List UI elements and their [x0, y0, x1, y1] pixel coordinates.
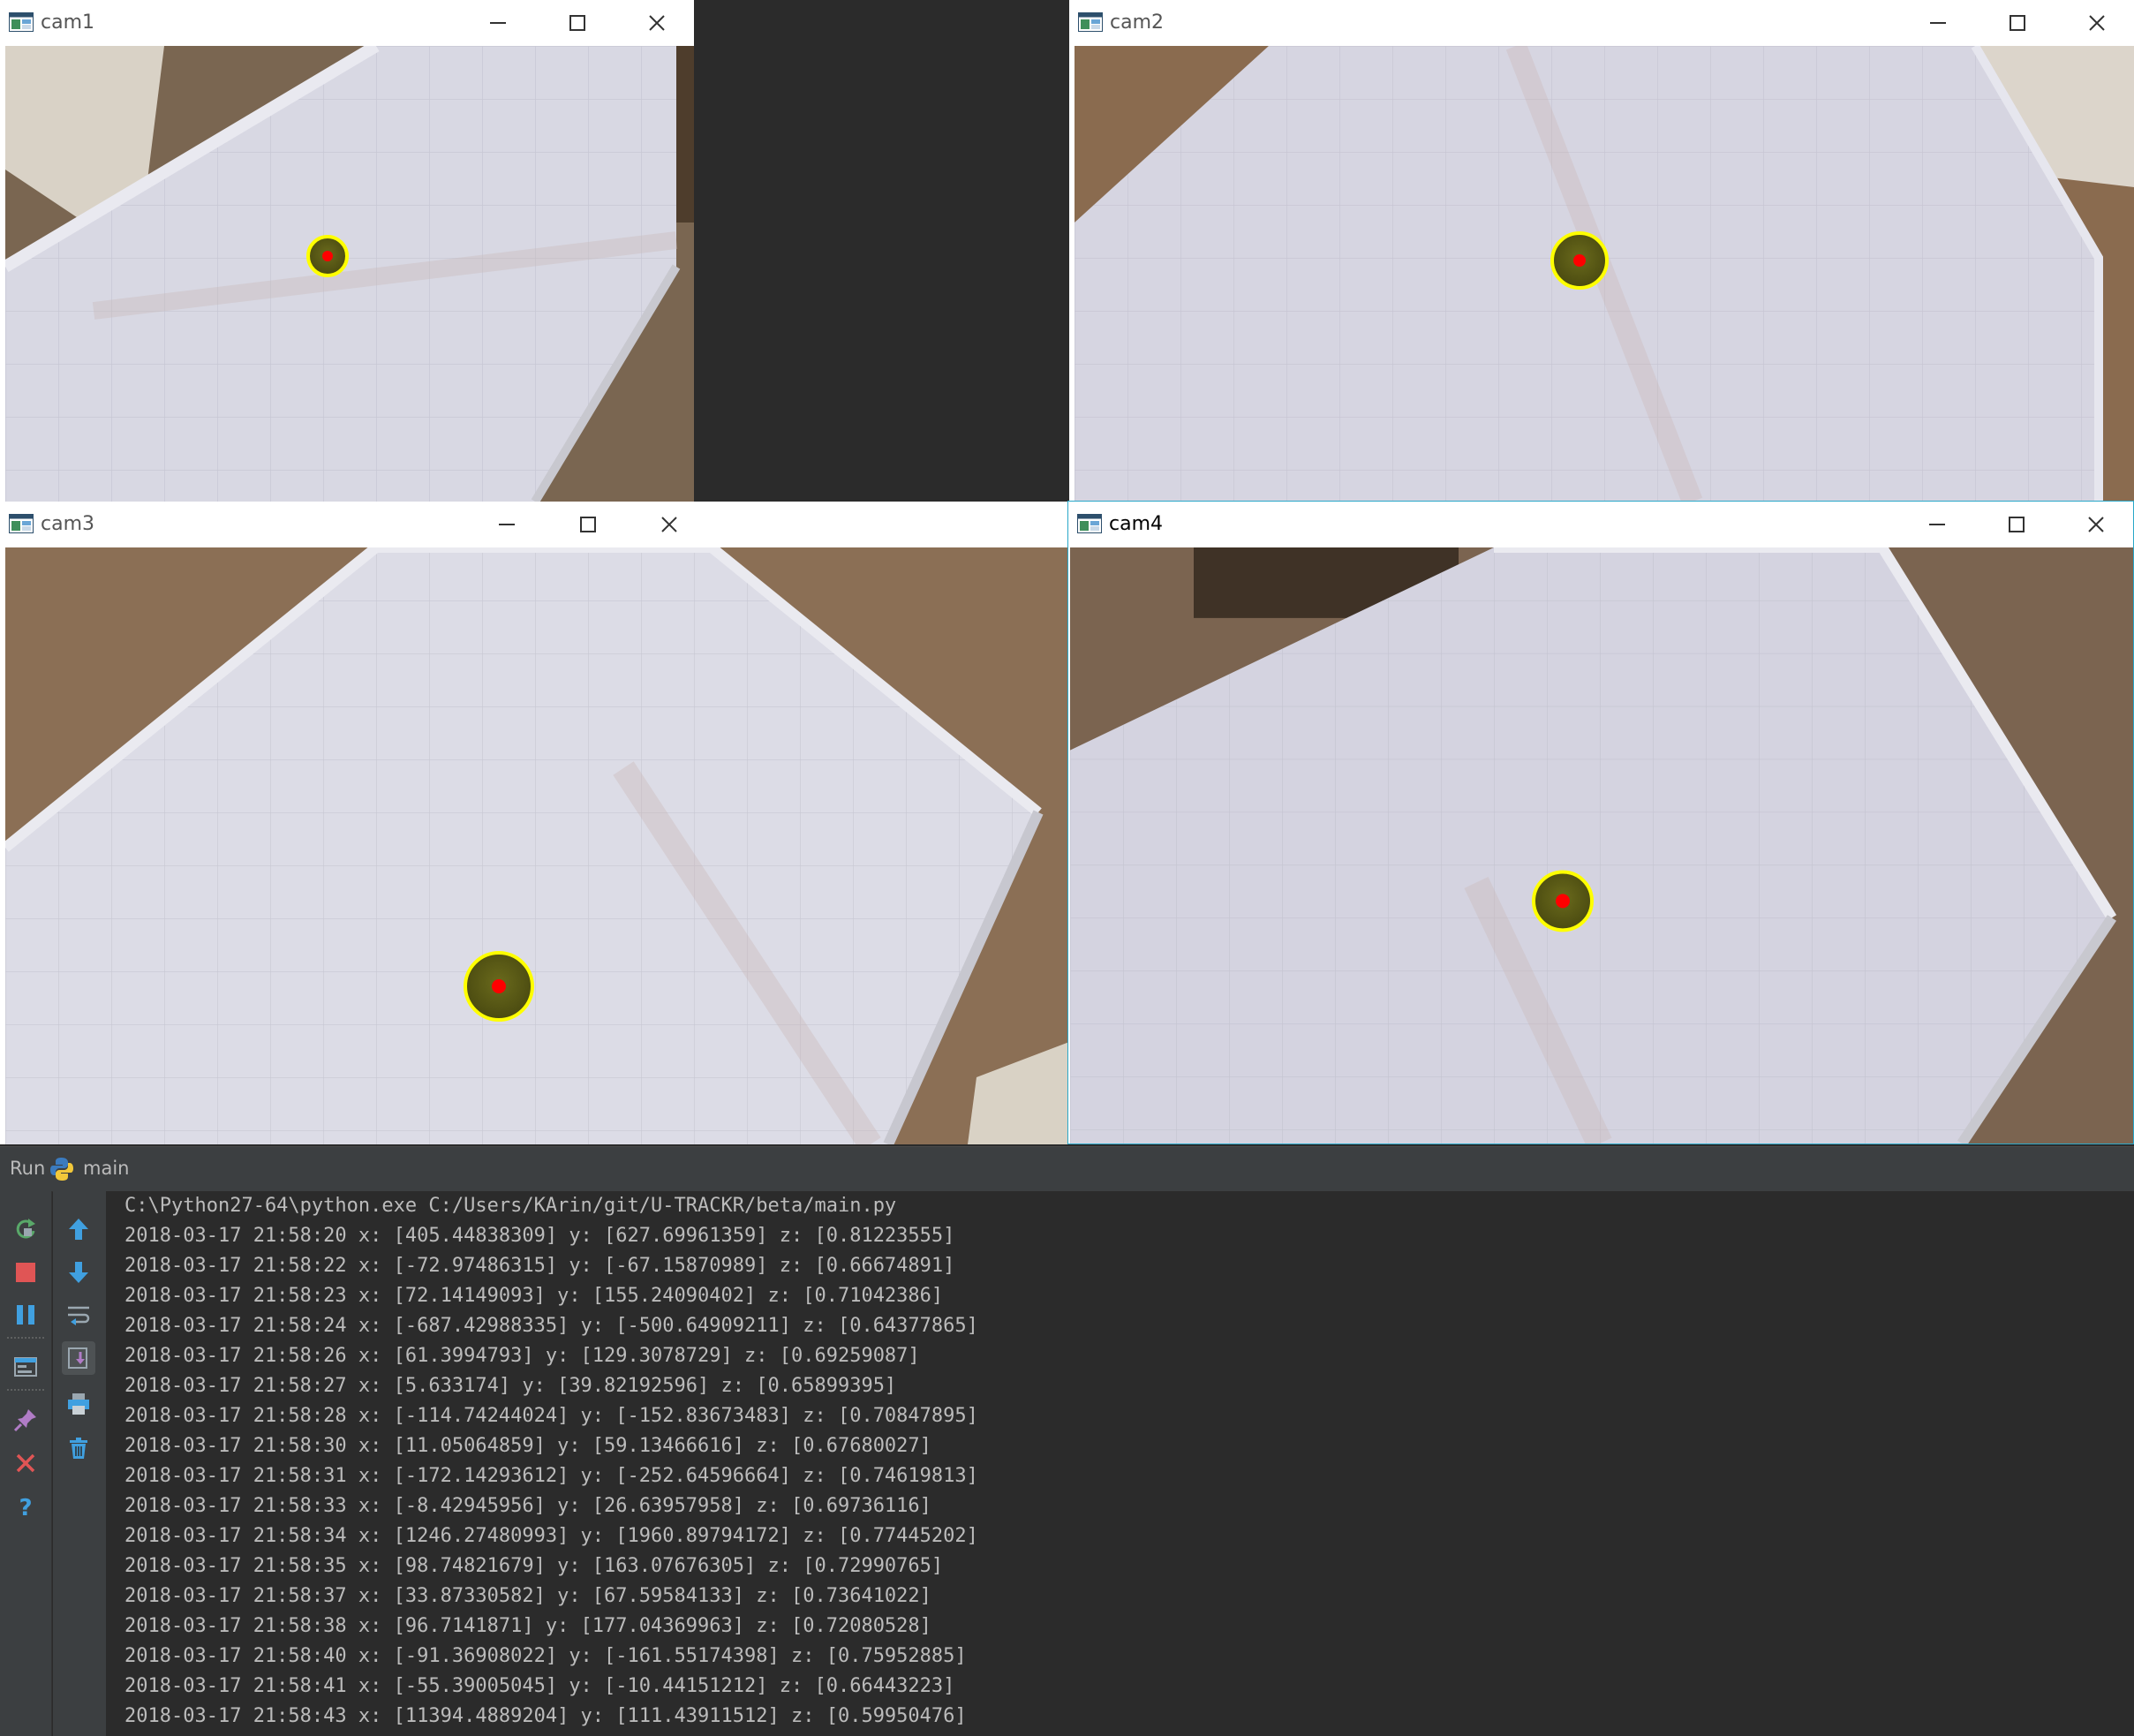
maximize-button[interactable]: [1981, 502, 2052, 547]
close-icon: [647, 13, 667, 33]
cam3-window[interactable]: cam3: [0, 502, 1069, 1144]
minimize-button[interactable]: [463, 0, 533, 46]
cam4-window[interactable]: cam4: [1067, 501, 2134, 1144]
minimize-button[interactable]: [1902, 502, 1972, 547]
cam3-titlebar[interactable]: cam3: [0, 502, 1069, 547]
log-line: 2018-03-17 21:58:23 x: [72.14149093] y: …: [124, 1285, 944, 1307]
print-button[interactable]: [62, 1387, 95, 1421]
help-icon: ?: [19, 1495, 32, 1520]
log-line: 2018-03-17 21:58:30 x: [11.05064859] y: …: [124, 1435, 931, 1457]
camera-feed: [5, 547, 1069, 1144]
maximize-button[interactable]: [553, 502, 623, 547]
console-output[interactable]: C:\Python27-64\python.exe C:/Users/KArin…: [107, 1191, 2134, 1736]
maximize-icon: [2008, 13, 2027, 33]
cam1-titlebar[interactable]: cam1: [0, 0, 694, 46]
down-arrow-icon: [69, 1262, 88, 1283]
close-button[interactable]: [634, 502, 705, 547]
scroll-to-end-icon: [68, 1347, 87, 1369]
maximize-icon: [568, 13, 587, 33]
close-icon: [2087, 13, 2107, 33]
up-arrow-icon: [69, 1219, 88, 1240]
close-button[interactable]: [2061, 502, 2131, 547]
camera-feed: [5, 46, 694, 502]
close-button[interactable]: [2062, 0, 2132, 46]
cam2-titlebar[interactable]: cam2: [1069, 0, 2134, 46]
opencv-app-icon: [1078, 12, 1103, 32]
maximize-button[interactable]: [1982, 0, 2053, 46]
trash-icon: [70, 1438, 87, 1459]
cam1-window[interactable]: cam1: [0, 0, 694, 502]
cam2-window[interactable]: cam2: [1069, 0, 2134, 502]
clear-all-button[interactable]: [62, 1431, 95, 1465]
pin-icon: [13, 1409, 36, 1432]
minimize-icon: [497, 515, 517, 534]
console-command-line: C:\Python27-64\python.exe C:/Users/KArin…: [124, 1195, 897, 1217]
minimize-icon: [1928, 13, 1948, 33]
log-line: 2018-03-17 21:58:43 x: [11394.4889204] y…: [124, 1705, 967, 1727]
pause-icon: [17, 1305, 34, 1325]
stop-icon: [16, 1263, 35, 1282]
window-title: cam4: [1109, 513, 1164, 535]
log-line: 2018-03-17 21:58:20 x: [405.44838309] y:…: [124, 1225, 955, 1247]
close-button[interactable]: [622, 0, 692, 46]
opencv-app-icon: [1077, 514, 1102, 533]
log-line: 2018-03-17 21:58:35 x: [98.74821679] y: …: [124, 1555, 944, 1577]
previous-occurrence-button[interactable]: [62, 1212, 95, 1246]
log-line: 2018-03-17 21:58:28 x: [-114.74244024] y…: [124, 1405, 978, 1427]
restore-layout-button[interactable]: [9, 1350, 42, 1384]
log-line: 2018-03-17 21:58:34 x: [1246.27480993] y…: [124, 1525, 978, 1547]
next-occurrence-button[interactable]: [62, 1256, 95, 1289]
minimize-icon: [488, 13, 508, 33]
camera-feed: [1075, 46, 2134, 502]
layout-icon: [14, 1357, 37, 1377]
soft-wrap-icon: [68, 1306, 90, 1325]
scroll-to-end-button[interactable]: [62, 1341, 95, 1375]
stop-button[interactable]: [9, 1256, 42, 1289]
rerun-button[interactable]: [9, 1212, 42, 1246]
log-line: 2018-03-17 21:58:40 x: [-91.36908022] y:…: [124, 1645, 967, 1667]
log-line: 2018-03-17 21:58:22 x: [-72.97486315] y:…: [124, 1255, 955, 1277]
run-toolbar: ?: [0, 1191, 52, 1736]
pin-tab-button[interactable]: [9, 1403, 42, 1437]
opencv-app-icon: [9, 12, 34, 32]
log-line: 2018-03-17 21:58:41 x: [-55.39005045] y:…: [124, 1675, 955, 1697]
log-line: 2018-03-17 21:58:33 x: [-8.42945956] y: …: [124, 1495, 931, 1517]
window-title: cam1: [41, 11, 95, 34]
log-line: 2018-03-17 21:58:38 x: [96.7141871] y: […: [124, 1615, 931, 1637]
minimize-button[interactable]: [471, 502, 542, 547]
help-button[interactable]: ?: [9, 1490, 42, 1523]
close-icon: [16, 1453, 35, 1473]
maximize-icon: [2007, 515, 2026, 534]
window-title: cam3: [41, 513, 95, 535]
print-icon: [68, 1393, 89, 1415]
log-line: 2018-03-17 21:58:24 x: [-687.42988335] y…: [124, 1315, 978, 1337]
log-line: 2018-03-17 21:58:37 x: [33.87330582] y: …: [124, 1585, 931, 1607]
console-toolbar: [53, 1191, 107, 1736]
close-run-button[interactable]: [9, 1446, 42, 1480]
run-config-name[interactable]: main: [83, 1158, 129, 1179]
maximize-icon: [578, 515, 598, 534]
minimize-button[interactable]: [1903, 0, 1973, 46]
svg-text:?: ?: [19, 1495, 32, 1520]
camera-feed: [1070, 547, 2133, 1143]
soft-wrap-button[interactable]: [62, 1298, 95, 1332]
minimize-icon: [1927, 515, 1947, 534]
opencv-app-icon: [9, 514, 34, 533]
log-line: 2018-03-17 21:58:27 x: [5.633174] y: [39…: [124, 1375, 897, 1397]
close-icon: [660, 515, 679, 534]
rerun-icon: [16, 1219, 35, 1239]
window-title: cam2: [1110, 11, 1165, 34]
cam4-titlebar[interactable]: cam4: [1068, 502, 2133, 547]
python-icon: [50, 1158, 73, 1181]
log-line: 2018-03-17 21:58:26 x: [61.3994793] y: […: [124, 1345, 920, 1367]
maximize-button[interactable]: [542, 0, 613, 46]
run-tool-window-header: Run main: [0, 1146, 2134, 1192]
pause-button[interactable]: [9, 1298, 42, 1332]
run-tab-label[interactable]: Run: [10, 1158, 45, 1179]
close-icon: [2086, 515, 2106, 534]
log-line: 2018-03-17 21:58:31 x: [-172.14293612] y…: [124, 1465, 978, 1487]
